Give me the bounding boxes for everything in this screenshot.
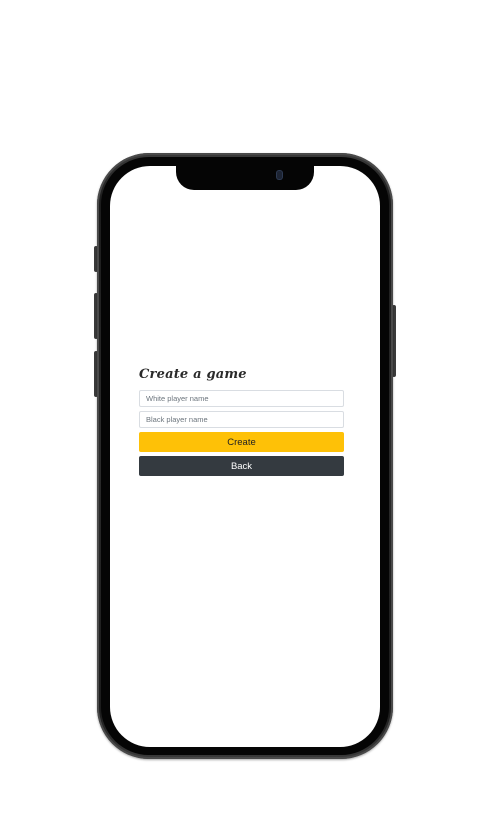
create-button[interactable]: Create	[139, 432, 344, 452]
phone-notch	[176, 162, 314, 190]
mockup-stage: Create a game Create Back	[0, 0, 500, 838]
create-game-form: Create a game Create Back	[139, 366, 344, 480]
black-player-name-input[interactable]	[139, 411, 344, 428]
form-title: Create a game	[139, 367, 247, 382]
white-player-name-input[interactable]	[139, 390, 344, 407]
front-camera-icon	[277, 171, 282, 179]
back-button[interactable]: Back	[139, 456, 344, 476]
